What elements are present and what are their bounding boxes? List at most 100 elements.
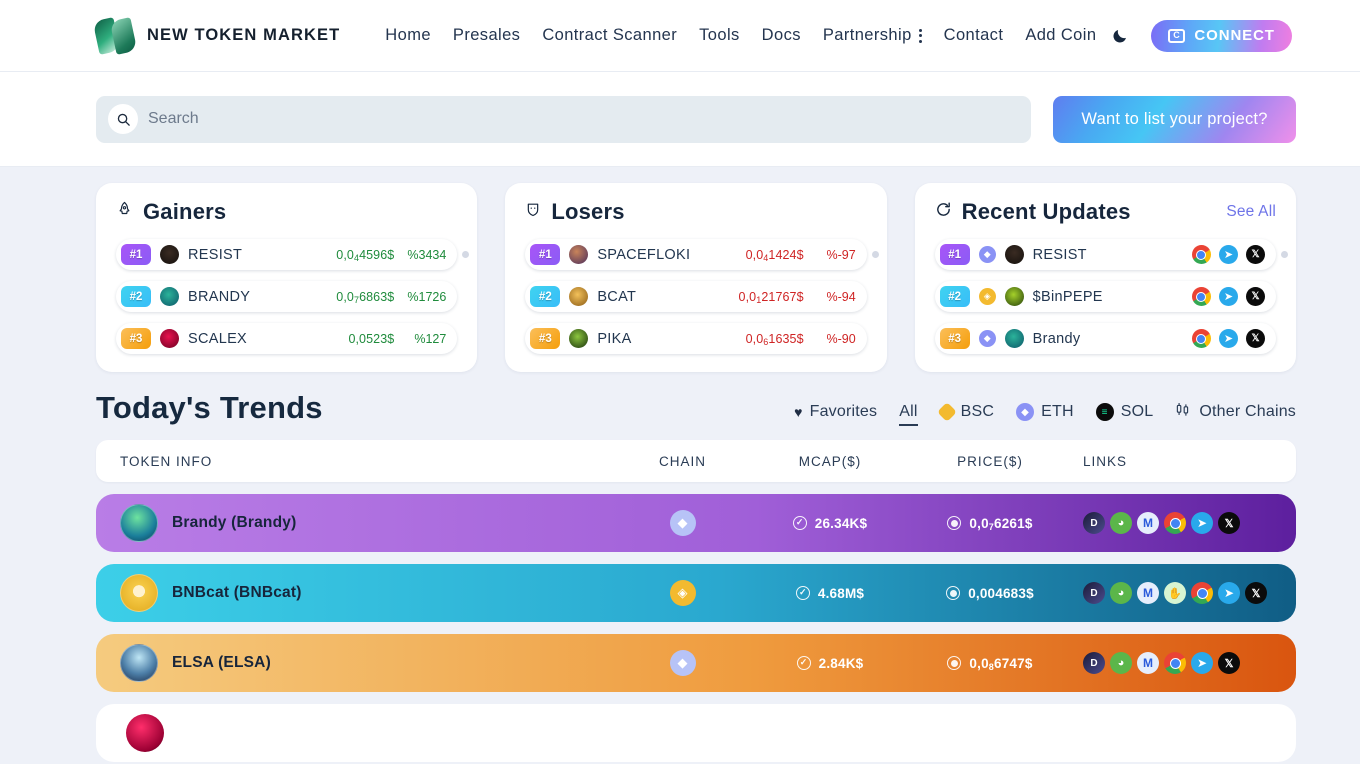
- table-row[interactable]: Brandy (Brandy) ◆ 26.34K$ 0,076261$ D ◕ …: [96, 494, 1296, 552]
- coinmarketcap-icon[interactable]: M: [1137, 512, 1159, 534]
- column-links: LINKS: [1083, 453, 1128, 469]
- token-name: SPACEFLOKI: [597, 246, 691, 263]
- rank-badge: #2: [939, 286, 970, 307]
- telegram-icon[interactable]: ➤: [1191, 512, 1213, 534]
- dextools-icon[interactable]: ◕: [1110, 582, 1132, 604]
- token-name: ELSA (ELSA): [172, 654, 271, 671]
- filter-all[interactable]: All: [899, 403, 918, 426]
- eth-icon: ◆: [978, 330, 996, 347]
- mcap-value: 4.68M$: [817, 585, 865, 601]
- filter-all-label: All: [899, 403, 918, 420]
- search-icon: [108, 104, 138, 134]
- x-icon[interactable]: 𝕏: [1245, 245, 1265, 264]
- search-bar-section: Want to list your project?: [0, 72, 1360, 167]
- x-icon[interactable]: 𝕏: [1245, 329, 1265, 348]
- x-icon[interactable]: 𝕏: [1245, 287, 1265, 306]
- token-change: %-97: [826, 247, 856, 262]
- recent-update-row[interactable]: #3 ◆ Brandy ➤ 𝕏: [934, 323, 1276, 354]
- chrome-icon[interactable]: [1191, 287, 1211, 306]
- token-info-cell: ELSA (ELSA): [120, 644, 610, 682]
- gainers-row[interactable]: #1 RESIST 0,044596$ %3434: [116, 239, 470, 270]
- page-title: Today's Trends: [96, 390, 323, 425]
- coinmarketcap-icon[interactable]: M: [1137, 652, 1159, 674]
- gainers-row[interactable]: #3 SCALEX 0,0523$ %127: [116, 323, 458, 354]
- table-row-partial[interactable]: [96, 704, 1296, 762]
- losers-row[interactable]: #2 BCAT 0,0121767$ %-94: [525, 281, 867, 312]
- nav-link-presales[interactable]: Presales: [442, 20, 531, 51]
- telegram-icon[interactable]: ➤: [1218, 245, 1238, 264]
- filter-bsc[interactable]: BSC: [936, 402, 995, 422]
- column-token-info: TOKEN INFO: [120, 453, 213, 469]
- mcap-icon: [795, 586, 810, 600]
- chrome-icon[interactable]: [1191, 582, 1213, 604]
- losers-row[interactable]: #3 PIKA 0,061635$ %-90: [525, 323, 867, 354]
- telegram-icon[interactable]: ➤: [1191, 652, 1213, 674]
- list-project-button[interactable]: Want to list your project?: [1053, 95, 1296, 143]
- recent-update-row[interactable]: #2 ◈ $BinPEPE ➤ 𝕏: [934, 281, 1276, 312]
- price-cell: 0,086747$: [905, 656, 1075, 672]
- token-price: 0,076863$: [336, 289, 395, 305]
- table-row[interactable]: BNBcat (BNBcat) ◈ 4.68M$ 0,004683$ D ◕ M…: [96, 564, 1296, 622]
- token-avatar: [569, 245, 589, 264]
- losers-values: 0,0121767$ %-94: [739, 290, 856, 305]
- nav-link-tools[interactable]: Tools: [688, 20, 751, 51]
- nav-link-home[interactable]: Home: [374, 20, 442, 51]
- search-box[interactable]: [96, 95, 1031, 143]
- connect-wallet-button[interactable]: C CONNECT: [1151, 19, 1292, 52]
- telegram-icon[interactable]: ➤: [1218, 287, 1238, 306]
- filter-sol[interactable]: ≡ SOL: [1095, 403, 1154, 421]
- moon-icon[interactable]: [1107, 23, 1133, 49]
- nav-link-contact[interactable]: Contact: [933, 20, 1015, 51]
- dextools-icon[interactable]: ◕: [1110, 652, 1132, 674]
- scroll-dot: [1280, 251, 1288, 258]
- token-avatar: [160, 245, 179, 264]
- nav-link-partnership[interactable]: Partnership: [812, 20, 933, 51]
- brand-logo[interactable]: NEW TOKEN MARKET: [92, 16, 340, 55]
- nav-link-docs[interactable]: Docs: [751, 20, 812, 51]
- filter-bsc-label: BSC: [960, 403, 995, 420]
- heart-icon: ♥: [794, 404, 803, 420]
- chain-cell: ◈: [610, 580, 755, 606]
- telegram-icon[interactable]: ➤: [1218, 582, 1240, 604]
- filter-eth[interactable]: ◆ ETH: [1016, 403, 1074, 421]
- x-icon[interactable]: 𝕏: [1245, 582, 1267, 604]
- dexscreener-icon[interactable]: D: [1083, 652, 1105, 674]
- see-all-link[interactable]: See All: [1226, 203, 1276, 221]
- losers-title: Losers: [551, 199, 625, 224]
- filter-other-chains[interactable]: Other Chains: [1175, 402, 1296, 422]
- chain-filters: ♥ Favorites All BSC ◆ ETH ≡ SOL Other Ch…: [794, 402, 1296, 426]
- losers-values: 0,061635$ %-90: [746, 332, 856, 347]
- telegram-icon[interactable]: ➤: [1218, 329, 1238, 348]
- filter-favorites[interactable]: ♥ Favorites: [794, 403, 877, 421]
- losers-row[interactable]: #1 SPACEFLOKI 0,041424$ %-97: [525, 239, 879, 270]
- eth-icon: ◆: [978, 246, 996, 263]
- coinmarketcap-icon[interactable]: M: [1137, 582, 1159, 604]
- chrome-icon[interactable]: [1164, 652, 1186, 674]
- x-icon[interactable]: 𝕏: [1218, 652, 1240, 674]
- recent-update-row[interactable]: #1 ◆ RESIST ➤ 𝕏: [934, 239, 1288, 270]
- social-links: ➤ 𝕏: [1191, 245, 1265, 264]
- nav-link-contract-scanner[interactable]: Contract Scanner: [531, 20, 688, 51]
- dextools-icon[interactable]: ◕: [1110, 512, 1132, 534]
- kebab-menu-icon[interactable]: [918, 28, 922, 43]
- search-input[interactable]: [148, 110, 1031, 128]
- dexscreener-icon[interactable]: D: [1083, 582, 1105, 604]
- token-name: BCAT: [597, 288, 637, 305]
- x-icon[interactable]: 𝕏: [1218, 512, 1240, 534]
- trends-header: Today's Trends ♥ Favorites All BSC ◆ ETH…: [96, 390, 1296, 426]
- chain-cell: ◆: [610, 650, 755, 676]
- scroll-dot: [871, 251, 879, 258]
- column-mcap: MCAP($): [798, 453, 862, 469]
- gainers-row[interactable]: #2 BRANDY 0,076863$ %1726: [116, 281, 458, 312]
- chrome-icon[interactable]: [1191, 329, 1211, 348]
- table-row[interactable]: ELSA (ELSA) ◆ 2.84K$ 0,086747$ D ◕ M ➤ 𝕏: [96, 634, 1296, 692]
- pinksale-icon[interactable]: ✋: [1164, 582, 1186, 604]
- nav-link-add-coin[interactable]: Add Coin: [1014, 20, 1107, 51]
- token-avatar: [1004, 329, 1024, 348]
- token-avatar: [160, 329, 179, 348]
- chrome-icon[interactable]: [1191, 245, 1211, 264]
- filter-other-chains-label: Other Chains: [1199, 403, 1296, 420]
- chrome-icon[interactable]: [1164, 512, 1186, 534]
- shield-icon: [525, 201, 541, 223]
- dexscreener-icon[interactable]: D: [1083, 512, 1105, 534]
